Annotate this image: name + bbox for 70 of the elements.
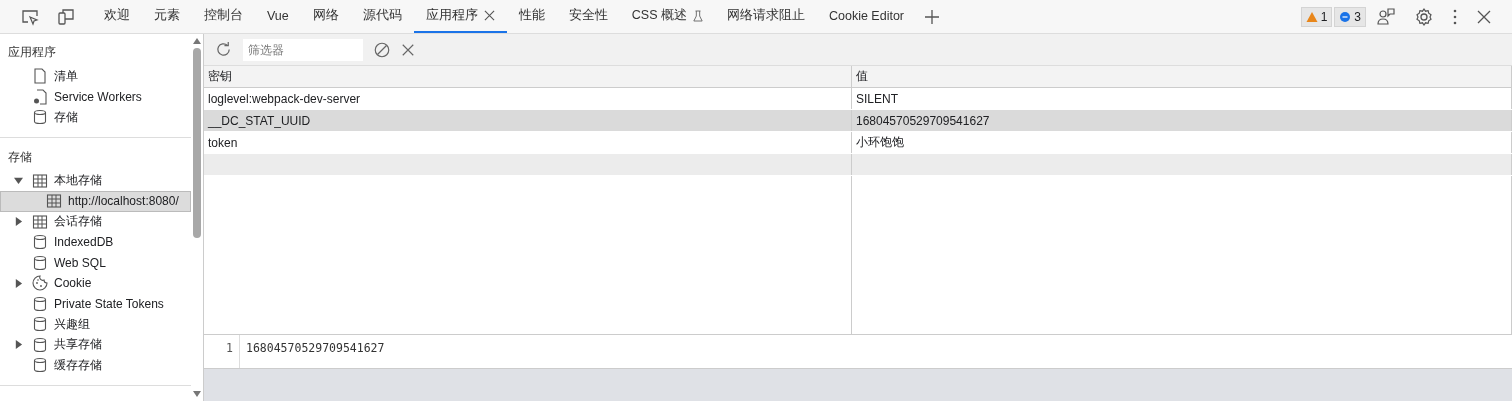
- collapsed-arrow-icon[interactable]: [14, 278, 23, 288]
- feedback-icon[interactable]: [1376, 6, 1396, 27]
- sidebar-item[interactable]: http://localhost:8080/: [0, 191, 191, 212]
- close-icon[interactable]: [483, 10, 495, 21]
- collapsed-arrow-icon[interactable]: [14, 217, 23, 227]
- sidebar-item[interactable]: Cookie: [0, 273, 191, 294]
- panel-tab[interactable]: 网络请求阻止: [714, 0, 817, 33]
- message-badge[interactable]: 3: [1334, 6, 1366, 27]
- database-icon: [32, 109, 48, 126]
- delete-icon[interactable]: [401, 42, 415, 57]
- settings-icon[interactable]: [1414, 6, 1434, 27]
- grid-icon: [32, 213, 48, 230]
- expanded-arrow-icon[interactable]: [14, 176, 23, 186]
- grid-icon: [32, 172, 48, 189]
- sidebar-item[interactable]: Private State Tokens: [0, 293, 191, 314]
- table-row[interactable]: __DC_STAT_UUID 16804570529709541627: [204, 110, 1512, 132]
- scroll-up-icon[interactable]: [193, 38, 201, 44]
- database-icon: [32, 357, 48, 374]
- sidebar-item[interactable]: 存储: [0, 107, 191, 128]
- sidebar-item[interactable]: 会话存储: [0, 211, 191, 232]
- database-icon: [32, 234, 48, 251]
- close-icon[interactable]: [1476, 8, 1492, 25]
- sidebar-item[interactable]: 兴趣组: [0, 314, 191, 335]
- warning-badge[interactable]: 1: [1300, 6, 1333, 27]
- panel-tab[interactable]: Vue: [255, 0, 301, 33]
- section-heading: 应用程序: [7, 44, 57, 61]
- column-header[interactable]: 值: [852, 66, 1512, 87]
- database-icon: [32, 336, 48, 353]
- filter-field[interactable]: 筛选器: [243, 38, 363, 61]
- panel-tab[interactable]: 控制台: [192, 0, 255, 33]
- sidebar-item[interactable]: 清单: [0, 66, 191, 87]
- scroll-down-icon[interactable]: [193, 391, 201, 397]
- flask-icon: [692, 9, 703, 22]
- table-cell: 小环饱饱: [852, 132, 1512, 153]
- table-cell: token: [204, 132, 852, 153]
- add-icon[interactable]: [924, 8, 940, 25]
- file-icon: [32, 68, 48, 85]
- sidebar-item[interactable]: 本地存储: [0, 170, 191, 191]
- panel-tab[interactable]: 源代码: [350, 0, 414, 33]
- sidebar-item[interactable]: Web SQL: [0, 252, 191, 273]
- sidebar-item[interactable]: 共享存储: [0, 334, 191, 355]
- collapsed-arrow-icon[interactable]: [14, 340, 23, 350]
- sidebar-item[interactable]: IndexedDB: [0, 232, 191, 253]
- database-icon: [32, 316, 48, 333]
- value-preview: 16804570529709541627: [245, 340, 385, 357]
- section-heading: 存储: [7, 148, 33, 166]
- table-cell: __DC_STAT_UUID: [204, 110, 852, 131]
- panel-tab[interactable]: 元素: [142, 0, 192, 33]
- database-icon: [32, 295, 48, 312]
- cookie-icon: [32, 275, 48, 292]
- grid-icon: [46, 193, 62, 210]
- table-cell: loglevel:webpack-dev-server: [204, 88, 852, 109]
- refresh-icon[interactable]: [214, 40, 233, 59]
- table-cell: 16804570529709541627: [852, 110, 1512, 131]
- panel-tab[interactable]: 性能: [506, 0, 557, 33]
- line-number: 1: [204, 335, 240, 368]
- column-header[interactable]: 密钥: [204, 66, 852, 87]
- clear-all-icon[interactable]: [373, 40, 391, 59]
- panel-tab[interactable]: 安全性: [556, 0, 620, 33]
- panel-tab[interactable]: 网络: [300, 0, 351, 33]
- table-cell: SILENT: [852, 88, 1512, 109]
- panel-tab[interactable]: 欢迎: [92, 0, 142, 33]
- database-icon: [32, 254, 48, 271]
- panel-tab[interactable]: Cookie Editor: [816, 0, 916, 33]
- scrollbar-thumb[interactable]: [193, 48, 201, 238]
- sidebar-item[interactable]: Service Workers: [0, 86, 191, 107]
- sidebar-item[interactable]: 缓存存储: [0, 355, 191, 376]
- device-icon[interactable]: [56, 6, 76, 27]
- panel-tab[interactable]: CSS 概述: [619, 0, 715, 33]
- file-gear-icon: [32, 88, 48, 105]
